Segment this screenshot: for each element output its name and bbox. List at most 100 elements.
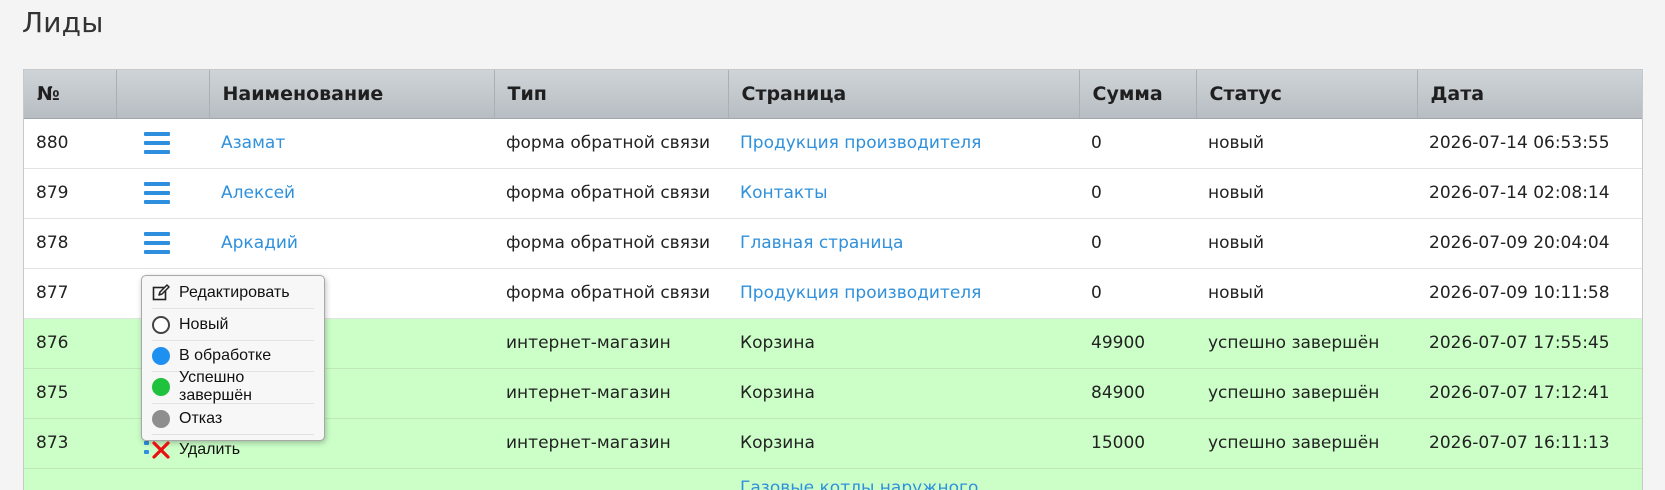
menu-icon[interactable] xyxy=(144,131,170,154)
cell-page: Главная страница xyxy=(728,218,1079,269)
page-text: Корзина xyxy=(740,333,815,353)
cell-sum: 0 xyxy=(1079,218,1196,269)
header-date[interactable]: Дата xyxy=(1417,70,1642,119)
table-row: 878 Аркадий форма обратной связи Главная ст… xyxy=(24,218,1642,269)
cell-actions xyxy=(116,118,209,169)
cell-number: 879 xyxy=(24,168,116,219)
cell-page: Продукция производителя xyxy=(728,118,1079,169)
page-title: Лиды xyxy=(22,6,104,39)
cell-status: новый xyxy=(1196,118,1417,169)
cell-number xyxy=(24,468,116,490)
cell-date: 2026-07-07 17:55:45 xyxy=(1417,318,1642,369)
menu-icon[interactable] xyxy=(144,181,170,204)
page-link[interactable]: Контакты xyxy=(740,183,828,203)
menu-item-delete[interactable]: Удалить xyxy=(152,435,314,465)
status-new-icon xyxy=(152,315,170,334)
cell-type: форма обратной связи xyxy=(494,118,728,169)
cell-sum: 0 xyxy=(1079,268,1196,319)
cell-actions xyxy=(116,468,209,490)
cell-actions xyxy=(116,168,209,219)
cell-page: Корзина xyxy=(728,368,1079,419)
cell-sum: 84900 xyxy=(1079,368,1196,419)
cell-status: успешно завершён xyxy=(1196,318,1417,369)
page-text: Корзина xyxy=(740,383,815,403)
cell-page: Корзина xyxy=(728,418,1079,469)
status-success-icon xyxy=(152,378,170,397)
delete-icon xyxy=(152,441,170,459)
cell-date: 2026-07-07 16:11:13 xyxy=(1417,418,1642,469)
status-processing-icon xyxy=(152,346,170,365)
cell-name: Аркадий xyxy=(209,218,494,269)
menu-item-label: Успешно завершён xyxy=(179,369,252,405)
menu-item-status-success[interactable]: Успешно завершён xyxy=(152,369,314,405)
menu-item-label: Удалить xyxy=(179,441,241,459)
cell-type: интернет-магазин xyxy=(494,318,728,369)
cell-name xyxy=(209,468,494,490)
cell-name: Алексей xyxy=(209,168,494,219)
page-text: Корзина xyxy=(740,433,815,453)
table-row: 880 Азамат форма обратной связи Продукция п… xyxy=(24,118,1642,169)
cell-type: форма обратной связи xyxy=(494,168,728,219)
cell-number: 880 xyxy=(24,118,116,169)
cell-date: 2026-07-07 17:12:41 xyxy=(1417,368,1642,419)
cell-date xyxy=(1417,468,1642,490)
cell-number: 873 xyxy=(24,418,116,469)
cell-sum: 0 xyxy=(1079,168,1196,219)
menu-item-status-new[interactable]: Новый xyxy=(152,309,314,341)
cell-status: новый xyxy=(1196,218,1417,269)
menu-item-status-rejected[interactable]: Отказ xyxy=(152,404,314,435)
cell-number: 877 xyxy=(24,268,116,319)
header-status[interactable]: Статус xyxy=(1196,70,1418,119)
cell-sum: 0 xyxy=(1079,118,1196,169)
cell-page: Контакты xyxy=(728,168,1079,219)
cell-status xyxy=(1196,468,1417,490)
table-row: 879 Алексей форма обратной связи Контакты 0 н… xyxy=(24,168,1642,219)
page-link[interactable]: Продукция производителя xyxy=(740,283,981,303)
page-link[interactable]: Продукция производителя xyxy=(740,133,981,153)
cell-name: Азамат xyxy=(209,118,494,169)
cell-date: 2026-07-09 20:04:04 xyxy=(1417,218,1642,269)
header-page[interactable]: Страница xyxy=(728,70,1080,119)
header-sum[interactable]: Сумма xyxy=(1079,70,1197,119)
lead-name-link[interactable]: Алексей xyxy=(221,183,295,203)
menu-item-label: В обработке xyxy=(179,346,272,364)
cell-number: 878 xyxy=(24,218,116,269)
cell-date: 2026-07-09 10:11:58 xyxy=(1417,268,1642,319)
cell-status: новый xyxy=(1196,268,1417,319)
table-header-row: № Наименование Тип Страница Сумма Статус… xyxy=(24,70,1642,119)
header-actions xyxy=(116,70,210,119)
menu-icon[interactable] xyxy=(144,231,170,254)
cell-number: 875 xyxy=(24,368,116,419)
cell-type: форма обратной связи xyxy=(494,218,728,269)
header-type[interactable]: Тип xyxy=(494,70,729,119)
cell-status: успешно завершён xyxy=(1196,418,1417,469)
cell-sum: 15000 xyxy=(1079,418,1196,469)
page-link[interactable]: Главная страница xyxy=(740,233,903,253)
cell-actions xyxy=(116,218,209,269)
cell-sum: 49900 xyxy=(1079,318,1196,369)
row-context-menu: Редактировать Новый В обработке Успешно … xyxy=(141,275,325,459)
edit-icon xyxy=(152,284,170,302)
lead-name-link[interactable]: Аркадий xyxy=(221,233,298,253)
cell-page: Газовые котлы наружного xyxy=(728,468,1079,490)
menu-item-label: Отказ xyxy=(179,409,223,427)
table-row: Газовые котлы наружного xyxy=(24,468,1642,490)
lead-name-link[interactable]: Азамат xyxy=(221,133,285,153)
cell-type xyxy=(494,468,728,490)
cell-status: новый xyxy=(1196,168,1417,219)
cell-type: интернет-магазин xyxy=(494,418,728,469)
menu-item-label: Новый xyxy=(179,315,229,333)
menu-item-status-processing[interactable]: В обработке xyxy=(152,341,314,373)
menu-item-edit[interactable]: Редактировать xyxy=(152,278,314,310)
menu-item-label: Редактировать xyxy=(179,284,290,302)
cell-type: интернет-магазин xyxy=(494,368,728,419)
cell-number: 876 xyxy=(24,318,116,369)
cell-date: 2026-07-14 02:08:14 xyxy=(1417,168,1642,219)
cell-type: форма обратной связи xyxy=(494,268,728,319)
cell-page: Продукция производителя xyxy=(728,268,1079,319)
page-link[interactable]: Газовые котлы наружного xyxy=(740,478,978,490)
cell-sum xyxy=(1079,468,1196,490)
cell-date: 2026-07-14 06:53:55 xyxy=(1417,118,1642,169)
header-name[interactable]: Наименование xyxy=(209,70,495,119)
header-number[interactable]: № xyxy=(24,70,117,119)
